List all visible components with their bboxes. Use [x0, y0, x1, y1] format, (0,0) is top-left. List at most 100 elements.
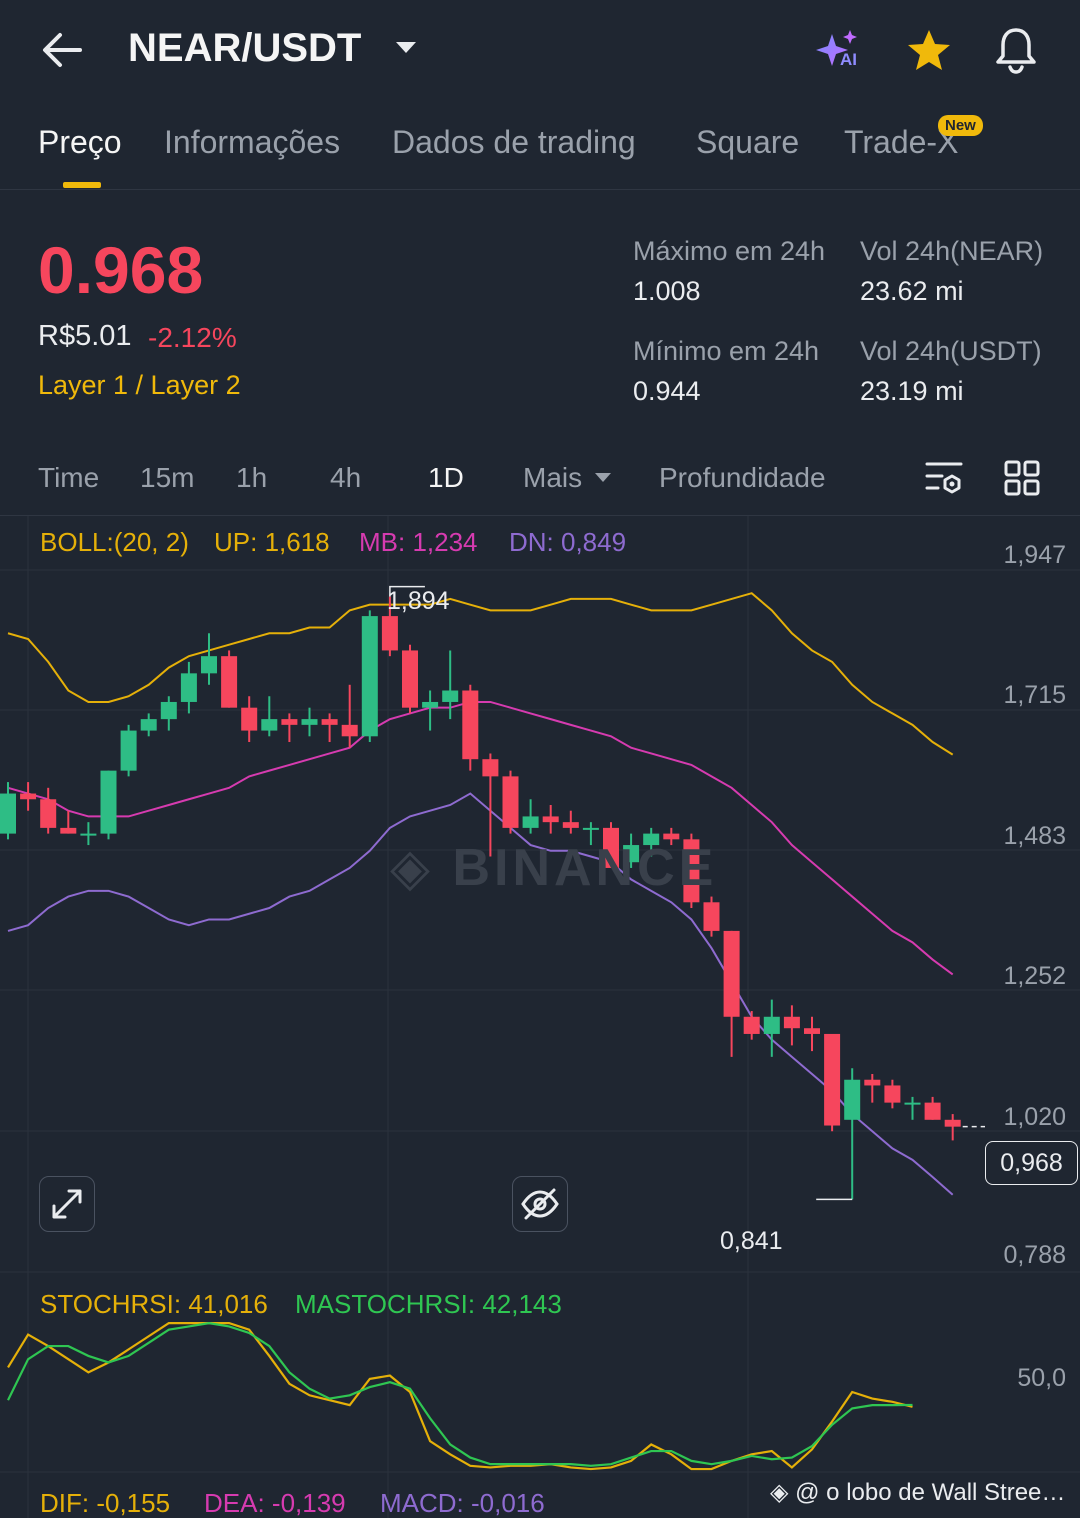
fiat-price: R$5.01: [38, 320, 132, 352]
candle-body: [703, 902, 720, 931]
candle-body: [281, 719, 298, 725]
price-axis-label: 1,715: [1003, 681, 1066, 709]
candle-body: [743, 1016, 760, 1034]
low-24h-label: Mínimo em 24h: [633, 336, 820, 366]
candle-body: [944, 1119, 961, 1127]
candle-body: [321, 719, 338, 725]
candle-body: [60, 827, 77, 834]
price-axis-label: 1,020: [1003, 1103, 1066, 1131]
candle-body: [402, 650, 418, 708]
mastochrsi-line: [7, 1322, 913, 1467]
tab-preco[interactable]: Preço: [38, 124, 122, 161]
ai-assistant-button[interactable]: AI: [814, 28, 866, 74]
tab-dados-trading[interactable]: Dados de trading: [392, 124, 636, 161]
macd-dea: DEA: -0,139: [204, 1488, 346, 1518]
boll-mb: MB: 1,234: [359, 527, 478, 557]
fullscreen-button[interactable]: [39, 1176, 95, 1232]
low-24h-value: 0.944: [633, 376, 701, 406]
back-arrow-icon[interactable]: [40, 30, 84, 70]
candle-body: [462, 690, 479, 760]
indicator-settings-icon[interactable]: [924, 460, 964, 498]
candle-body: [20, 793, 37, 800]
notification-bell-icon[interactable]: [994, 26, 1038, 74]
category-tag[interactable]: Layer 1 / Layer 2: [38, 370, 241, 401]
author-name: @ o lobo de Wall Stree…: [795, 1479, 1066, 1506]
candle-body: [763, 1016, 780, 1034]
candle-body: [723, 930, 740, 1017]
candle-body: [844, 1079, 861, 1120]
candle-body: [884, 1085, 901, 1103]
vol-base-label: Vol 24h(NEAR): [860, 236, 1044, 266]
candle-body: [422, 701, 439, 708]
candle-body: [201, 656, 217, 674]
depth-tab[interactable]: Profundidade: [659, 462, 826, 494]
timeframe-bar: Time 15m 1h 4h 1D Mais Profundidade: [0, 440, 1080, 516]
high-24h-label: Máximo em 24h: [633, 236, 826, 266]
candle-body: [864, 1079, 881, 1086]
timeframe-time[interactable]: Time: [38, 462, 99, 494]
candle-body: [241, 707, 258, 731]
candle-body: [482, 759, 499, 777]
macd-dif: DIF: -0,155: [40, 1488, 171, 1518]
pair-title[interactable]: NEAR/USDT: [128, 26, 361, 71]
candle-body: [502, 776, 519, 828]
layout-grid-icon[interactable]: [1004, 460, 1040, 496]
min-price-label: 0,841: [720, 1227, 783, 1255]
vol-base-value: 23.62 mi: [860, 276, 964, 306]
price-axis-label: 0,788: [1003, 1241, 1066, 1269]
candle-body: [442, 690, 459, 702]
max-price-label: 1,894: [387, 587, 450, 615]
price-change-percent: -2.12%: [148, 322, 237, 353]
candle-body: [221, 656, 238, 708]
candlestick-chart[interactable]: [0, 516, 1080, 1518]
stoch-axis-label: 50,0: [1017, 1364, 1066, 1392]
timeframe-1d[interactable]: 1D: [428, 462, 464, 494]
vol-quote-label: Vol 24h(USDT): [860, 336, 1042, 366]
new-badge: New: [938, 115, 983, 136]
more-dropdown-icon: [595, 473, 611, 482]
candle-body: [100, 770, 117, 834]
timeframe-1h[interactable]: 1h: [236, 462, 267, 494]
candle-body: [140, 719, 157, 731]
timeframe-4h[interactable]: 4h: [330, 462, 361, 494]
candle-body: [301, 719, 318, 725]
candle-body: [582, 827, 599, 830]
price-axis-label: 1,947: [1003, 541, 1066, 569]
ai-label: AI: [840, 50, 857, 69]
candle-body: [381, 616, 398, 651]
candle-body: [160, 701, 177, 720]
boll-dn: DN: 0,849: [509, 527, 627, 557]
tab-informacoes[interactable]: Informações: [164, 124, 340, 161]
eye-off-icon: [521, 1188, 559, 1220]
stochrsi-lines: [7, 1322, 913, 1471]
timeframe-more[interactable]: Mais: [523, 462, 582, 494]
pair-dropdown-icon[interactable]: [394, 40, 418, 56]
favorite-star-icon[interactable]: [906, 28, 952, 72]
candle-body: [804, 1028, 820, 1034]
candle-body: [40, 799, 57, 828]
price-axis-label: 1,483: [1003, 822, 1066, 850]
top-bar: NEAR/USDT AI: [0, 0, 1080, 100]
price-axis-label: 1,252: [1003, 962, 1066, 990]
boll-label: BOLL:(20, 2): [40, 527, 189, 557]
candle-body: [341, 724, 358, 737]
candle-body: [522, 816, 539, 828]
binance-logo-icon: ◈: [770, 1479, 789, 1506]
mastochrsi-label: MASTOCHRSI: 42,143: [295, 1289, 562, 1319]
tab-bar: Preço Informações Dados de trading Squar…: [0, 108, 1080, 190]
active-tab-indicator: [63, 182, 101, 188]
timeframe-15m[interactable]: 15m: [140, 462, 194, 494]
candle-body: [824, 1033, 841, 1126]
candle-body: [924, 1102, 941, 1120]
current-price-box: 0,968: [985, 1141, 1078, 1185]
hide-indicators-button[interactable]: [512, 1176, 568, 1232]
tab-square[interactable]: Square: [696, 124, 799, 161]
author-credit[interactable]: ◈ @ o lobo de Wall Stree…: [770, 1478, 1076, 1507]
expand-icon: [52, 1189, 82, 1219]
binance-watermark: ◈ BINANCE: [390, 839, 718, 897]
candle-body: [562, 822, 579, 828]
macd-value: MACD: -0,016: [380, 1488, 545, 1518]
candle-body: [80, 833, 97, 836]
candle-body: [361, 616, 378, 737]
candle-body: [120, 730, 137, 771]
